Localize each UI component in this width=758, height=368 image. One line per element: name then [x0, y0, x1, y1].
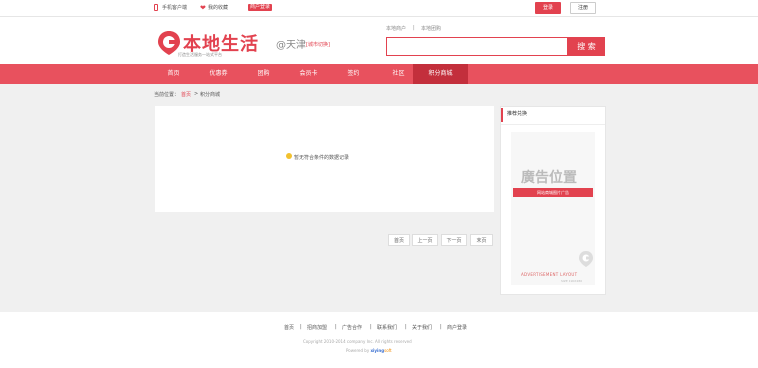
current-city: @天津 [276, 40, 306, 51]
footer-link-ads[interactable]: 广告合作 [342, 324, 362, 331]
footer-sep: | [405, 324, 407, 330]
powered-prefix: Powered by [346, 348, 370, 353]
powered-by: Powered by xiyingsoft [346, 348, 392, 353]
footer-link-home[interactable]: 首页 [284, 324, 294, 331]
ad-title: 廣告位置 [521, 170, 577, 186]
pager-first[interactable]: 首页 [388, 234, 410, 246]
copyright: Copyright 2010-2014 company Inc. All rig… [303, 339, 412, 344]
footer-link-about[interactable]: 关于我们 [412, 324, 432, 331]
merchant-login-badge[interactable]: 商户登录 [248, 4, 273, 11]
sidebar-divider [501, 124, 605, 125]
nav-item-signing[interactable]: 签约 [331, 64, 376, 84]
search-tab-groupbuy[interactable]: 本地团购 [421, 25, 441, 32]
sidebar-title: 推荐兑换 [507, 111, 528, 117]
search-tab-merchant[interactable]: 本地商户 [386, 25, 406, 32]
pager-prev[interactable]: 上一页 [412, 234, 438, 246]
register-button[interactable]: 注册 [570, 2, 596, 14]
top-bar [0, 0, 758, 17]
search-button[interactable]: 搜 索 [568, 37, 605, 56]
footer-sep: | [440, 324, 442, 330]
mobile-icon [154, 4, 158, 11]
favorite-link[interactable]: 我的收藏 [208, 0, 228, 16]
search-input[interactable] [386, 37, 568, 56]
breadcrumb-home[interactable]: 首页 [181, 91, 191, 98]
powered-suffix: soft [384, 348, 392, 353]
mobile-client-link[interactable]: 手机客户端 [162, 0, 187, 16]
footer-sep: | [300, 324, 302, 330]
ad-logo-icon [579, 251, 593, 267]
header [0, 17, 758, 64]
login-button[interactable]: 登录 [535, 2, 561, 14]
footer-sep: | [370, 324, 372, 330]
city-switch-link[interactable]: [城市切换] [306, 41, 330, 48]
footer-link-merchant[interactable]: 商户登录 [447, 324, 467, 331]
nav-item-groupbuy[interactable]: 团购 [241, 64, 286, 84]
nav-item-points-mall[interactable]: 积分商城 [413, 64, 468, 84]
footer-link-join[interactable]: 招商加盟 [307, 324, 327, 331]
pager-last[interactable]: 末页 [470, 234, 493, 246]
footer-sep: | [335, 324, 337, 330]
logo-slogan: 打造生活服务一站式平台 [178, 52, 222, 57]
pager-next[interactable]: 下一页 [441, 234, 467, 246]
sidebar-title-marker [501, 108, 503, 122]
ad-banner-text: 网站商城图片广告 [513, 188, 593, 197]
breadcrumb-prefix: 当前位置： [154, 92, 180, 98]
heart-icon: ❤ [200, 4, 206, 12]
info-icon [286, 153, 292, 159]
ad-size-text: SIZE 190X280 [561, 279, 583, 283]
breadcrumb-current: 积分商城 [200, 92, 221, 98]
breadcrumb-separator: > [194, 91, 199, 97]
footer-link-contact[interactable]: 联系我们 [377, 324, 397, 331]
nav-item-membercard[interactable]: 会员卡 [286, 64, 331, 84]
nav-item-home[interactable]: 首页 [151, 64, 196, 84]
search-tab-divider: | [413, 25, 415, 31]
nav-item-coupons[interactable]: 优惠券 [196, 64, 241, 84]
powered-brand[interactable]: xiying [370, 348, 384, 353]
empty-message: 暂无符合条件的数据记录 [294, 155, 350, 161]
ad-english-text: ADVERTISEMENT LAYOUT [521, 272, 578, 277]
